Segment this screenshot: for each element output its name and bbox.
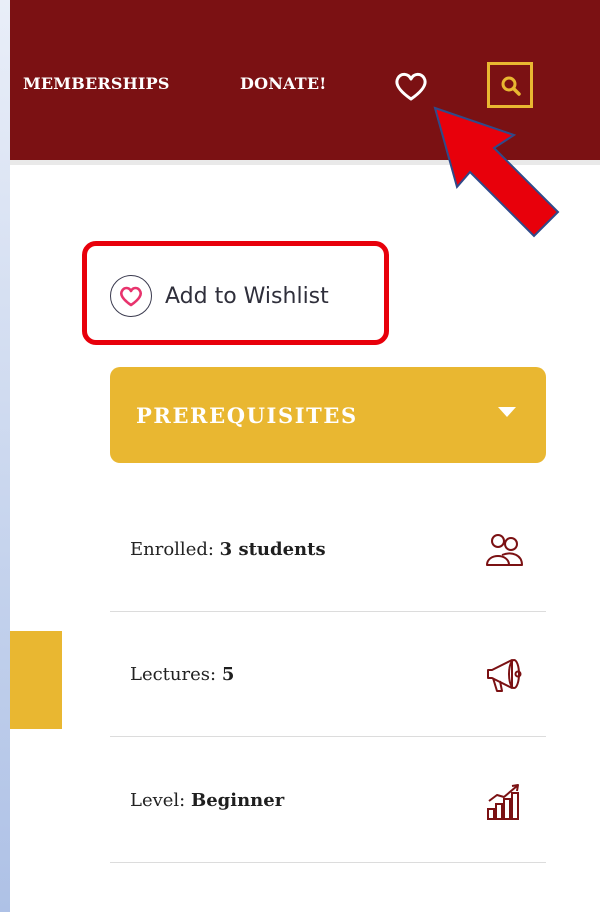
- enrolled-label: Enrolled:: [130, 539, 214, 560]
- wishlist-circle: [110, 275, 152, 317]
- students-icon: [486, 534, 523, 566]
- info-row-lectures: Lectures: 5: [110, 612, 546, 737]
- wishlist-label: Add to Wishlist: [165, 283, 329, 309]
- info-row-enrolled: Enrolled: 3 students: [110, 487, 546, 612]
- side-accent-block: [10, 631, 62, 729]
- page: MEMBERSHIPS DONATE! Add to Wishlist PRER…: [10, 0, 600, 912]
- prerequisites-dropdown[interactable]: PREREQUISITES: [110, 367, 546, 463]
- nav-donate-link[interactable]: DONATE!: [240, 74, 327, 93]
- level-value: Beginner: [190, 790, 285, 811]
- info-row-level: Level: Beginner: [110, 738, 546, 863]
- caret-down-icon: [498, 407, 516, 417]
- lectures-label: Lectures:: [130, 664, 217, 685]
- megaphone-icon: [487, 659, 522, 692]
- prerequisites-label: PREREQUISITES: [136, 403, 358, 428]
- nav-memberships-link[interactable]: MEMBERSHIPS: [23, 74, 170, 93]
- level-text: Level: Beginner: [130, 790, 284, 811]
- lectures-text: Lectures: 5: [130, 664, 234, 685]
- enrolled-value: 3 students: [219, 539, 326, 560]
- add-to-wishlist-button[interactable]: Add to Wishlist: [110, 275, 329, 317]
- level-label: Level:: [130, 790, 186, 811]
- enrolled-text: Enrolled: 3 students: [130, 539, 326, 560]
- level-chart-icon: [487, 784, 519, 820]
- annotation-arrow-icon: [433, 106, 560, 238]
- lectures-value: 5: [221, 664, 235, 685]
- heart-icon: [120, 286, 142, 306]
